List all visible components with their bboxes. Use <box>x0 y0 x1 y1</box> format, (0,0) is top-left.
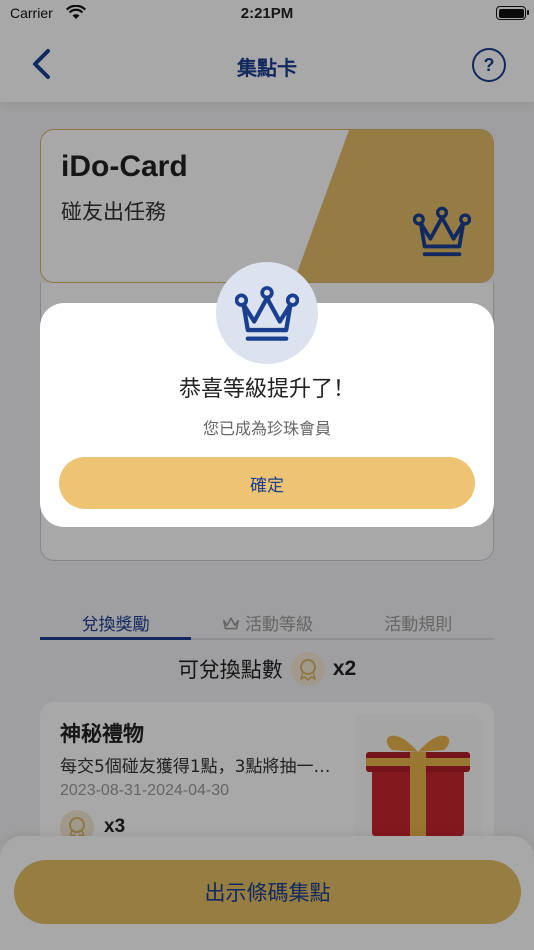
level-badge <box>216 262 318 364</box>
dialog-message: 您已成為珍珠會員 <box>202 419 331 438</box>
confirm-button[interactable]: 確定 <box>59 457 475 509</box>
dialog-title: 恭喜等級提升了！ <box>178 377 355 402</box>
crown-icon <box>235 286 299 341</box>
